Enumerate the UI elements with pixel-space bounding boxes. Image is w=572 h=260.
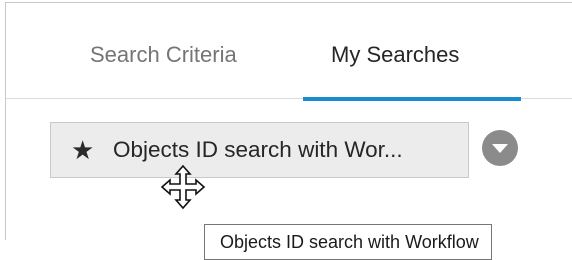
- saved-search-button[interactable]: ★ Objects ID search with Wor...: [50, 122, 469, 178]
- star-icon: ★: [71, 135, 95, 165]
- active-tab-indicator: [303, 97, 521, 101]
- dropdown-button[interactable]: [482, 130, 518, 166]
- tooltip: Objects ID search with Workflow: [204, 224, 492, 260]
- chevron-down-icon: [492, 144, 508, 153]
- tab-search-criteria[interactable]: Search Criteria: [90, 40, 237, 70]
- tab-my-searches[interactable]: My Searches: [331, 40, 459, 70]
- move-cursor-icon: [160, 164, 206, 210]
- tooltip-text: Objects ID search with Workflow: [220, 232, 479, 252]
- saved-search-label: Objects ID search with Wor...: [113, 137, 403, 162]
- tab-bar: Search Criteria My Searches: [6, 3, 572, 101]
